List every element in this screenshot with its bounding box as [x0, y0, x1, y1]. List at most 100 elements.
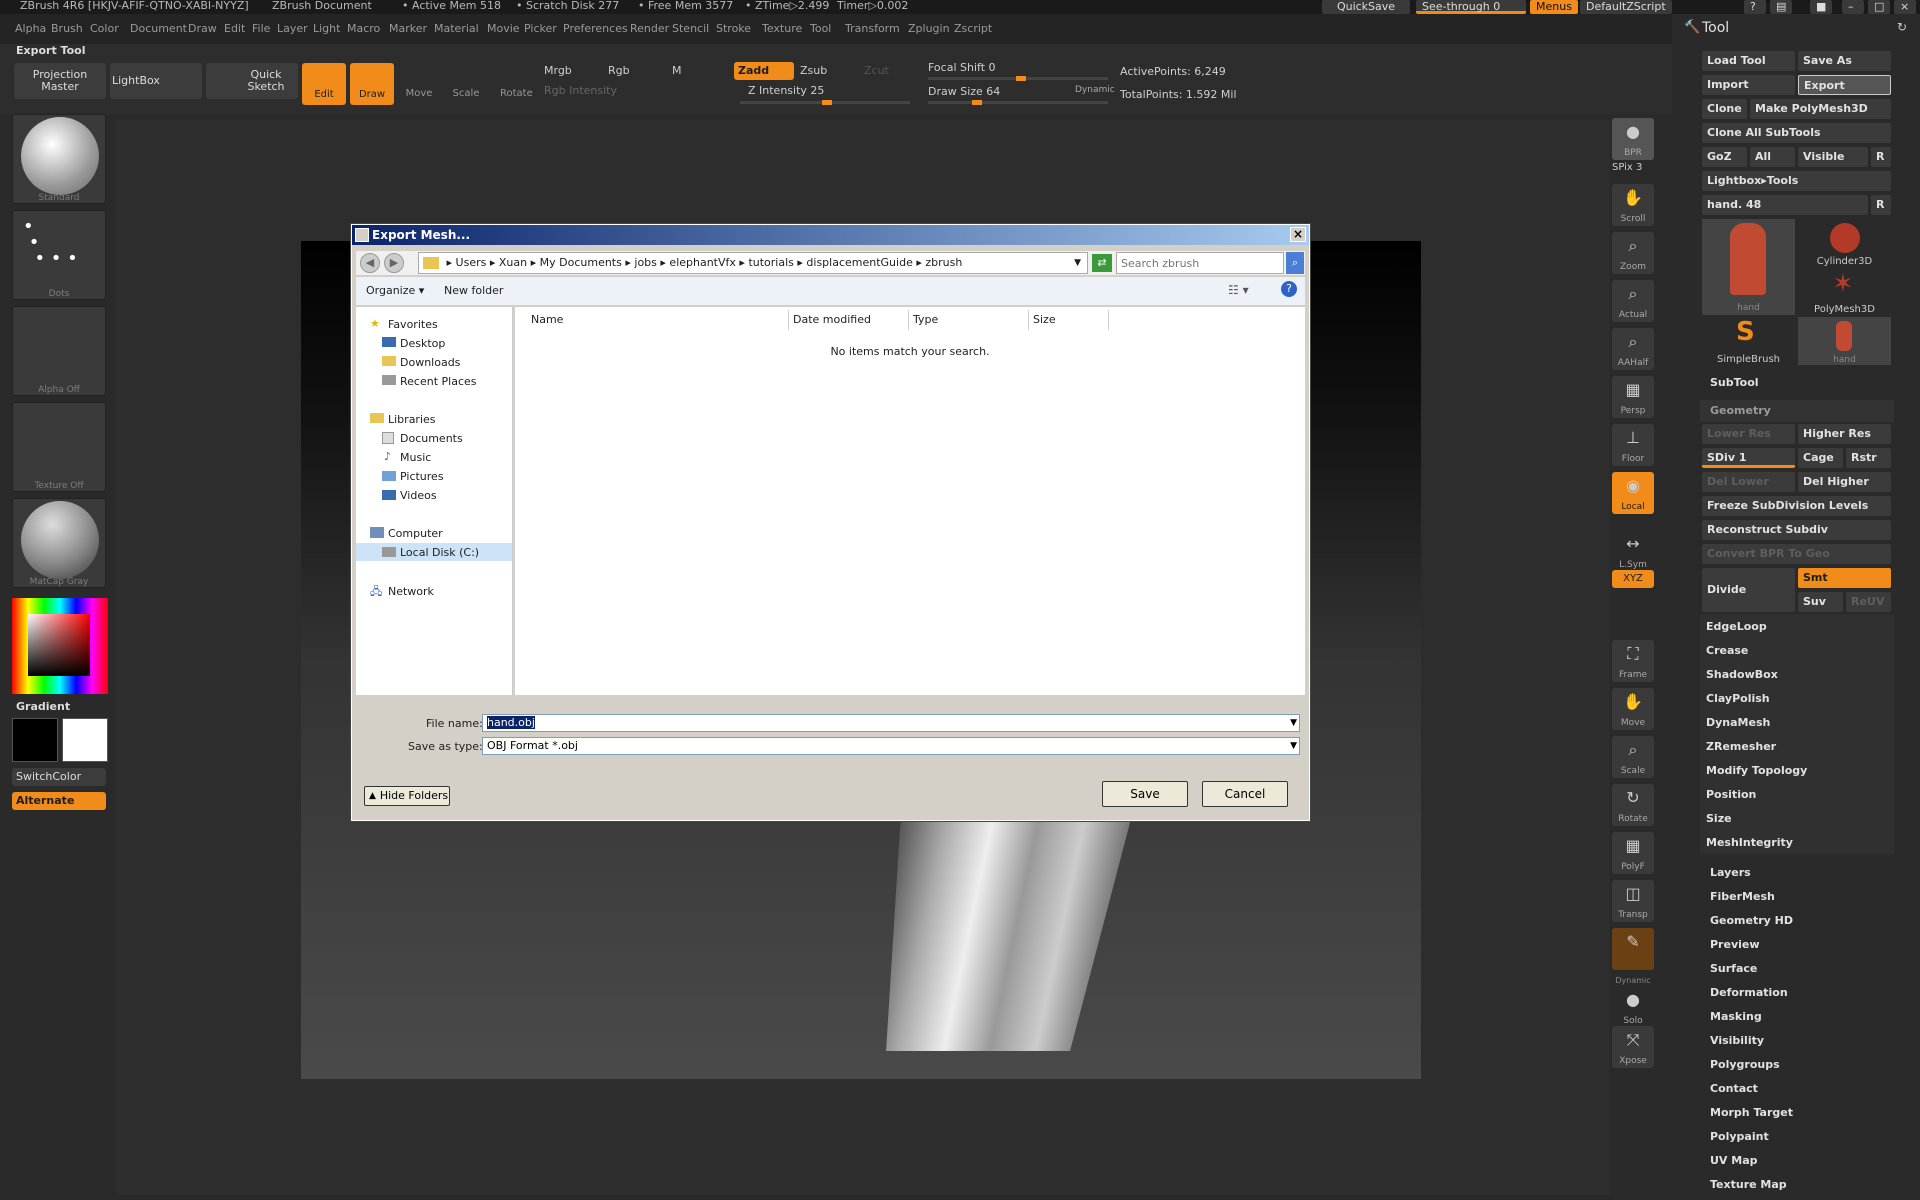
- column-date-modified[interactable]: Date modified: [789, 310, 909, 330]
- see-through-slider[interactable]: See-through 0: [1416, 0, 1526, 14]
- draw-size-slider[interactable]: Draw Size 64: [928, 85, 1000, 98]
- menu-preferences[interactable]: Preferences: [563, 22, 628, 35]
- section-preview[interactable]: Preview: [1710, 938, 1760, 951]
- layout-icon[interactable]: ▤: [1770, 0, 1792, 14]
- move-view-button[interactable]: ✋ Move: [1612, 688, 1654, 730]
- breadcrumb[interactable]: ▸ Users ▸ Xuan ▸ My Documents ▸ jobs ▸ e…: [418, 252, 1088, 274]
- geometry-shadowbox[interactable]: ShadowBox: [1706, 668, 1778, 681]
- crumb-users[interactable]: Users: [456, 256, 487, 269]
- geometry-modify-topology[interactable]: Modify Topology: [1706, 764, 1807, 777]
- hide-folders-button[interactable]: ▲ Hide Folders: [364, 786, 450, 806]
- polyf-button[interactable]: ▦ PolyF: [1612, 832, 1654, 874]
- del-higher-button[interactable]: Del Higher: [1798, 472, 1891, 492]
- column-size[interactable]: Size: [1029, 310, 1109, 330]
- geometry-claypolish[interactable]: ClayPolish: [1706, 692, 1770, 705]
- geometry-dynamesh[interactable]: DynaMesh: [1706, 716, 1770, 729]
- section-contact[interactable]: Contact: [1710, 1082, 1758, 1095]
- rotate-view-button[interactable]: ↻ Rotate: [1612, 784, 1654, 826]
- menu-render[interactable]: Render: [630, 22, 669, 35]
- alpha-slot[interactable]: Alpha Off: [12, 306, 106, 396]
- rgb-intensity-slider[interactable]: Rgb Intensity: [544, 84, 617, 97]
- zcut-button[interactable]: Zcut: [864, 64, 889, 77]
- gradient-label[interactable]: Gradient: [16, 700, 70, 713]
- section-texture-map[interactable]: Texture Map: [1710, 1178, 1787, 1191]
- import-button[interactable]: Import: [1702, 75, 1795, 95]
- forward-icon[interactable]: ▶: [384, 253, 404, 273]
- save-button[interactable]: Save: [1102, 781, 1188, 807]
- nav-recent-places[interactable]: Recent Places: [400, 375, 477, 388]
- scale-view-button[interactable]: ⌕ Scale: [1612, 736, 1654, 778]
- cancel-button[interactable]: Cancel: [1202, 781, 1288, 807]
- new-folder-button[interactable]: New folder: [444, 284, 503, 297]
- chevron-down-icon[interactable]: ▼: [1074, 253, 1081, 273]
- aahalf-button[interactable]: ⌕ AAHalf: [1612, 328, 1654, 370]
- section-morph-target[interactable]: Morph Target: [1710, 1106, 1793, 1119]
- cage-button[interactable]: Cage: [1798, 448, 1843, 468]
- thumb-cylinder[interactable]: Cylinder3D: [1798, 219, 1891, 267]
- column-name[interactable]: Name: [517, 310, 789, 330]
- menu-edit[interactable]: Edit: [224, 22, 245, 35]
- color-square[interactable]: [28, 614, 90, 676]
- zadd-button[interactable]: Zadd: [734, 62, 794, 80]
- focal-shift-slider[interactable]: Focal Shift 0: [928, 61, 996, 74]
- ghost-button[interactable]: ✎ Ghost: [1612, 928, 1654, 970]
- thumb-simplebrush[interactable]: S SimpleBrush: [1702, 317, 1795, 365]
- section-surface[interactable]: Surface: [1710, 962, 1757, 975]
- menu-brush[interactable]: Brush: [51, 22, 83, 35]
- menu-stencil[interactable]: Stencil: [672, 22, 709, 35]
- organize-button[interactable]: Organize ▾: [366, 284, 424, 297]
- draw-button[interactable]: Draw: [350, 63, 394, 105]
- help-icon[interactable]: ?: [1744, 0, 1766, 14]
- geometry-zremesher[interactable]: ZRemesher: [1706, 740, 1776, 753]
- export-button[interactable]: Export: [1798, 75, 1891, 95]
- crumb-zbrush[interactable]: zbrush: [925, 256, 962, 269]
- material-slot[interactable]: MatCap Gray: [12, 498, 106, 588]
- minimize-icon[interactable]: –: [1842, 0, 1864, 14]
- crumb-jobs[interactable]: jobs: [634, 256, 657, 269]
- make-polymesh-button[interactable]: Make PolyMesh3D: [1750, 99, 1891, 119]
- rgb-button[interactable]: Rgb: [608, 64, 630, 77]
- menus-button[interactable]: Menus: [1530, 0, 1578, 14]
- del-lower-button[interactable]: Del Lower: [1702, 472, 1795, 492]
- column-type[interactable]: Type: [909, 310, 1029, 330]
- menu-texture[interactable]: Texture: [762, 22, 802, 35]
- menu-marker[interactable]: Marker: [389, 22, 427, 35]
- r-button[interactable]: R: [1871, 147, 1891, 167]
- section-deformation[interactable]: Deformation: [1710, 986, 1788, 999]
- nav-network[interactable]: Network: [388, 585, 434, 598]
- nav-desktop[interactable]: Desktop: [400, 337, 445, 350]
- mrgb-button[interactable]: Mrgb: [544, 64, 572, 77]
- nav-music[interactable]: Music: [400, 451, 431, 464]
- nav-libraries[interactable]: Libraries: [388, 413, 436, 426]
- lower-res-button[interactable]: Lower Res: [1702, 424, 1795, 444]
- frame-button[interactable]: ⛶ Frame: [1612, 640, 1654, 682]
- nav-videos[interactable]: Videos: [400, 489, 437, 502]
- geometry-position[interactable]: Position: [1706, 788, 1756, 801]
- tool-panel-title[interactable]: Tool: [1702, 20, 1729, 36]
- geometry-size[interactable]: Size: [1706, 812, 1732, 825]
- rstr-button[interactable]: Rstr: [1846, 448, 1891, 468]
- dynamic-toggle[interactable]: Dynamic: [1075, 85, 1115, 95]
- visible-button[interactable]: Visible: [1798, 147, 1868, 167]
- menu-tool[interactable]: Tool: [810, 22, 831, 35]
- current-tool-slider[interactable]: hand. 48: [1702, 195, 1868, 215]
- zoom-button[interactable]: ⌕ Zoom: [1612, 232, 1654, 274]
- actual-button[interactable]: ⌕ Actual: [1612, 280, 1654, 322]
- crumb-xuan[interactable]: Xuan: [499, 256, 527, 269]
- lightbox-tools-button[interactable]: Lightbox▸Tools: [1702, 171, 1891, 191]
- sdiv-slider[interactable]: SDiv 1: [1702, 448, 1795, 468]
- lightbox-button[interactable]: LightBox: [110, 63, 202, 99]
- menu-stroke[interactable]: Stroke: [716, 22, 751, 35]
- reuv-toggle[interactable]: ReUV: [1846, 592, 1891, 612]
- chevron-down-icon[interactable]: ▼: [1290, 715, 1297, 731]
- subtool-section[interactable]: SubTool: [1710, 376, 1759, 389]
- floor-button[interactable]: ⊥ Floor: [1612, 424, 1654, 466]
- section-fibermesh[interactable]: FiberMesh: [1710, 890, 1775, 903]
- lsym-button[interactable]: ↔ L.Sym: [1612, 530, 1654, 572]
- dialog-title-bar[interactable]: Export Mesh... ×: [352, 225, 1309, 245]
- script-button[interactable]: DefaultZScript: [1580, 0, 1672, 14]
- nav-favorites[interactable]: Favorites: [388, 318, 438, 331]
- crumb-my-documents[interactable]: My Documents: [540, 256, 622, 269]
- menu-light[interactable]: Light: [313, 22, 340, 35]
- back-icon[interactable]: ◀: [360, 253, 380, 273]
